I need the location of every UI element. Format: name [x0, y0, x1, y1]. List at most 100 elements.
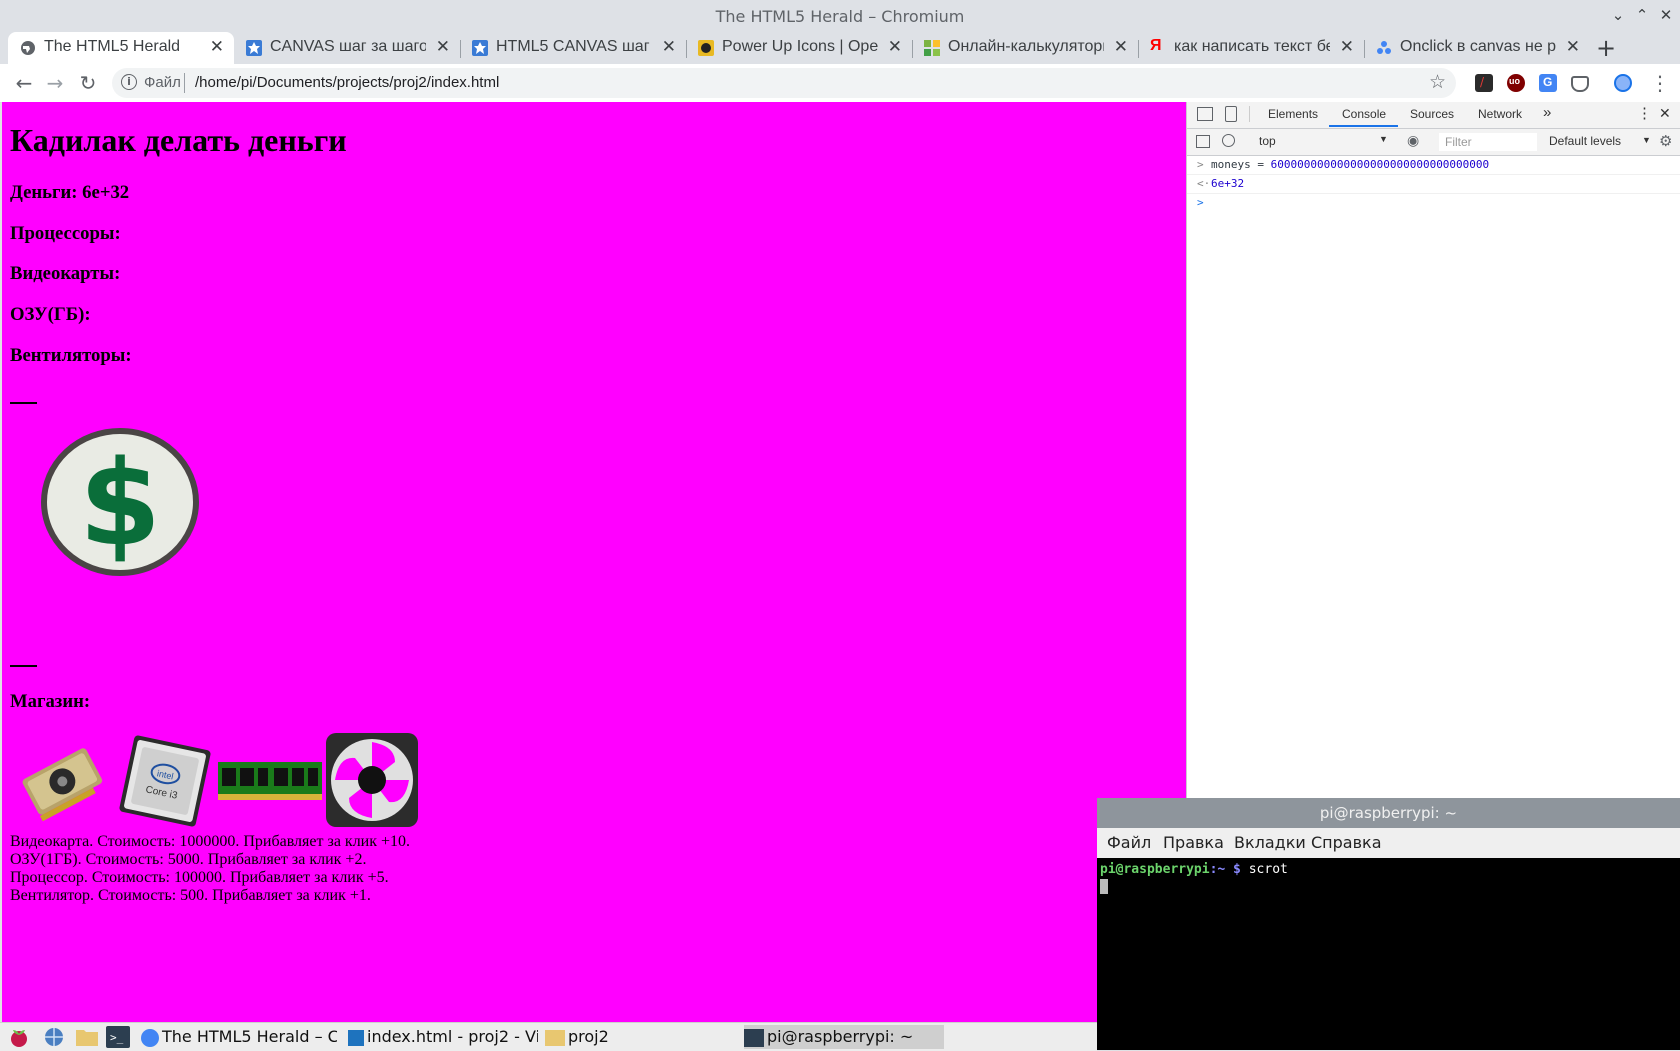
devtools-panel: Elements Console Sources Network » ⋮ ✕ t… [1186, 102, 1680, 802]
log-levels-dropdown[interactable]: Default levels [1549, 134, 1621, 148]
context-dropdown-icon[interactable]: ▼ [1379, 134, 1388, 144]
cpu-buy-icon[interactable]: intel Core i3 [116, 732, 214, 830]
reload-icon[interactable]: ↻ [76, 71, 100, 95]
more-tabs-chevron-icon[interactable]: » [1543, 104, 1551, 121]
tab-html5-herald[interactable]: The HTML5 Herald ✕ [8, 32, 234, 64]
tab-strip: The HTML5 Herald ✕ CANVAS шаг за шагом ✕… [0, 32, 1680, 64]
terminal-content[interactable]: pi@raspberrypi:~ $ scrot [1100, 862, 1288, 894]
devtools-tab-console[interactable]: Console [1342, 107, 1386, 121]
svg-text:$: $ [79, 434, 161, 572]
terminal-menu-edit[interactable]: Правка [1163, 833, 1224, 852]
new-tab-plus-icon[interactable]: + [1596, 34, 1616, 62]
context-selector[interactable]: top [1259, 134, 1276, 148]
console-result: 6e+32 [1211, 177, 1245, 190]
console-input-line: > moneys = 60000000000000000000000000000… [1187, 156, 1680, 175]
terminal-cursor [1100, 879, 1108, 894]
profile-avatar-icon[interactable] [1614, 74, 1632, 92]
tab-close-icon[interactable]: ✕ [662, 37, 676, 57]
maximize-icon[interactable]: ⌃ [1632, 6, 1652, 24]
tab-power-up-icons[interactable]: Power Up Icons | Open ✕ [686, 32, 913, 64]
canvas-site-icon [472, 40, 488, 56]
chromium-icon [141, 1028, 159, 1047]
info-icon[interactable]: i [121, 74, 137, 90]
tab-onclick-canvas[interactable]: Onclick в canvas не ра ✕ [1364, 32, 1590, 64]
devtools-menu-kebab-icon[interactable]: ⋮ [1637, 104, 1652, 122]
terminal-menu-tabs[interactable]: Вкладки [1234, 833, 1306, 852]
web-browser-globe-icon[interactable] [43, 1026, 65, 1048]
devtools-close-icon[interactable]: ✕ [1659, 105, 1671, 122]
scheme-label: Файл [144, 74, 181, 91]
raspberry-menu-icon[interactable] [8, 1026, 30, 1048]
network-site-icon [1377, 41, 1391, 54]
clear-console-icon[interactable] [1222, 134, 1235, 147]
console-prompt-line[interactable]: > [1187, 194, 1680, 212]
tab-close-icon[interactable]: ✕ [436, 37, 450, 57]
fan-buy-icon[interactable] [325, 732, 419, 828]
sidebar-toggle-icon[interactable] [1196, 135, 1210, 148]
shop-item-list: Видеокарта. Стоимость: 1000000. Прибавля… [10, 833, 410, 905]
taskbar: >_ The HTML5 Herald – C... index.html - … [0, 1022, 1097, 1051]
ram-buy-icon[interactable] [218, 760, 322, 802]
dollar-coin-icon[interactable]: $ [38, 426, 202, 578]
task-label: index.html - proj2 - Vis... [367, 1027, 538, 1046]
settings-gear-icon[interactable]: ⚙ [1659, 132, 1672, 150]
console-result-line: <· 6e+32 [1187, 175, 1680, 194]
pocket-icon[interactable] [1571, 76, 1589, 92]
terminal-menubar: Файл Правка Вкладки Справка [1097, 828, 1680, 858]
tab-close-icon[interactable]: ✕ [210, 37, 224, 57]
ram-count-label: ОЗУ(ГБ): [10, 304, 91, 325]
shop-heading: Магазин: [10, 691, 91, 712]
calculator-site-icon [924, 40, 940, 56]
tab-label: CANVAS шаг за шагом [270, 38, 426, 55]
address-bar[interactable]: i Файл /home/pi/Documents/projects/proj2… [112, 68, 1456, 98]
inspect-element-icon[interactable] [1197, 107, 1213, 121]
translate-icon[interactable]: G [1539, 74, 1557, 92]
log-levels-chevron-icon[interactable]: ▼ [1642, 135, 1651, 145]
ublock-icon[interactable]: uo [1507, 74, 1525, 92]
money-counter: Деньги: 6e+32 [10, 182, 130, 203]
menu-kebab-icon[interactable]: ⋮ [1648, 71, 1672, 95]
forward-arrow-icon[interactable]: → [43, 71, 67, 95]
url-text[interactable]: /home/pi/Documents/projects/proj2/index.… [195, 74, 499, 91]
tab-canvas-1[interactable]: CANVAS шаг за шагом ✕ [234, 32, 461, 64]
terminal-icon [744, 1028, 764, 1047]
file-manager-folder-icon[interactable] [75, 1026, 99, 1048]
tab-close-icon[interactable]: ✕ [1114, 37, 1128, 57]
task-vscode[interactable]: index.html - proj2 - Vis... [348, 1025, 538, 1049]
devtools-tab-sources[interactable]: Sources [1410, 107, 1454, 121]
tab-close-icon[interactable]: ✕ [1340, 37, 1354, 57]
browser-toolbar: ← → ↻ i Файл /home/pi/Documents/projects… [0, 64, 1680, 103]
terminal-launcher-icon[interactable]: >_ [106, 1026, 130, 1048]
tab-label: The HTML5 Herald [44, 38, 181, 55]
task-terminal[interactable]: pi@raspberrypi: ~ [744, 1025, 944, 1049]
tab-calculators[interactable]: Онлайн-калькуляторы ✕ [912, 32, 1139, 64]
devtools-tab-network[interactable]: Network [1478, 107, 1522, 121]
back-arrow-icon[interactable]: ← [12, 71, 36, 95]
shop-item-gpu: Видеокарта. Стоимость: 1000000. Прибавля… [10, 833, 411, 850]
tab-close-icon[interactable]: ✕ [1566, 37, 1580, 57]
result-arrow-icon: <· [1197, 177, 1211, 190]
separator-line [10, 402, 37, 404]
minimize-icon[interactable]: ⌄ [1608, 6, 1628, 24]
device-toolbar-icon[interactable] [1225, 106, 1237, 122]
devtools-tab-elements[interactable]: Elements [1268, 107, 1318, 121]
window-titlebar: The HTML5 Herald – Chromium ⌄ ⌃ ✕ [0, 0, 1680, 32]
terminal-menu-help[interactable]: Справка [1311, 833, 1382, 852]
gpu-buy-icon[interactable] [16, 734, 106, 828]
tab-canvas-2[interactable]: HTML5 CANVAS шаг за ✕ [460, 32, 687, 64]
task-file-manager[interactable]: proj2 [545, 1025, 735, 1049]
game-site-icon [698, 40, 714, 56]
bookmark-star-icon[interactable]: ☆ [1429, 71, 1446, 93]
shop-item-ram: ОЗУ(1ГБ). Стоимость: 5000. Прибавляет за… [10, 851, 367, 868]
tab-close-icon[interactable]: ✕ [888, 37, 902, 57]
extension-red-icon[interactable]: / [1475, 74, 1493, 92]
live-expression-eye-icon[interactable]: ◉ [1407, 132, 1419, 149]
close-window-icon[interactable]: ✕ [1656, 6, 1676, 24]
terminal-menu-file[interactable]: Файл [1107, 833, 1151, 852]
console-filter-input[interactable]: Filter [1439, 133, 1537, 151]
task-chromium[interactable]: The HTML5 Herald – C... [141, 1025, 337, 1049]
gpu-count-label: Видеокарты: [10, 263, 121, 284]
tab-label: HTML5 CANVAS шаг за [496, 38, 652, 55]
terminal-window: pi@raspberrypi: ~ Файл Правка Вкладки Сп… [1097, 798, 1680, 1050]
tab-yandex-search[interactable]: Я как написать текст бе ✕ [1138, 32, 1365, 64]
